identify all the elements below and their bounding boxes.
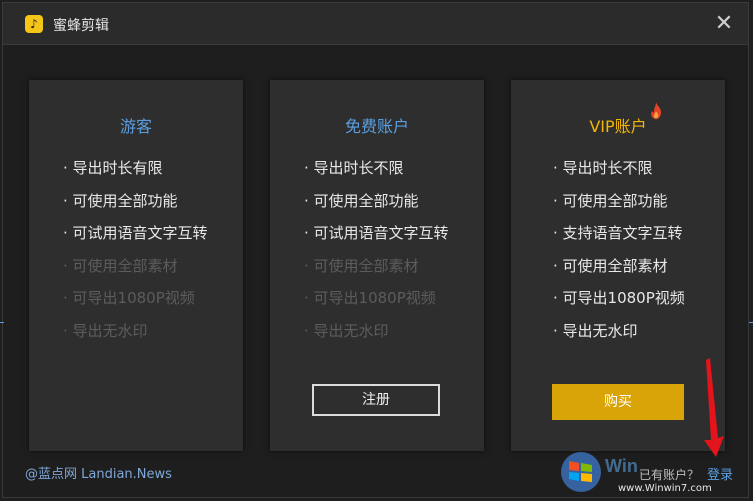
red-arrow-annotation: [704, 358, 724, 457]
feature-item: · 可试用语音文字互转: [304, 224, 449, 243]
feature-item: · 支持语音文字互转: [553, 224, 683, 243]
vip-plan-title: VIP账户: [589, 117, 647, 136]
guest-plan-title: 游客: [119, 117, 152, 136]
feature-item-disabled: · 可使用全部素材: [304, 256, 419, 275]
site-watermark-text: www.Winwin7.com: [618, 483, 712, 494]
feature-item: · 可使用全部功能: [63, 191, 178, 210]
flame-icon: [651, 102, 662, 120]
feature-item-disabled: · 可导出1080P视频: [63, 289, 195, 308]
feature-item: · 可试用语音文字互转: [63, 224, 208, 243]
feature-item: · 可使用全部功能: [553, 191, 668, 210]
feature-item: · 可使用全部功能: [304, 191, 419, 210]
feature-item: · 导出时长不限: [553, 159, 653, 177]
app-logo-icon: ♪: [25, 15, 43, 33]
register-button[interactable]: 注册: [312, 384, 440, 416]
feature-item-disabled: · 导出无水印: [63, 321, 148, 340]
feature-item-disabled: · 可使用全部素材: [63, 256, 178, 275]
edge-marker: [0, 322, 4, 323]
source-watermark: @蓝点网 Landian.News: [25, 467, 172, 482]
feature-item-disabled: · 导出无水印: [304, 321, 389, 340]
feature-item: · 可使用全部素材: [553, 256, 668, 275]
edge-marker: [749, 322, 753, 323]
title-bar: ♪ 蜜蜂剪辑 ✕: [3, 3, 748, 45]
feature-item: · 导出无水印: [553, 321, 638, 340]
svg-text:Win: Win: [605, 456, 638, 476]
feature-item: · 导出时长不限: [304, 159, 404, 177]
account-dialog: ♪ 蜜蜂剪辑 ✕ 游客 · 导出时长有限 · 可使用全部功能 · 可试用语音文字…: [2, 2, 749, 498]
vip-feature-list: · 导出时长不限 · 可使用全部功能 · 支持语音文字互转 · 可使用全部素材 …: [553, 152, 685, 348]
free-plan-title: 免费账户: [344, 117, 409, 136]
login-link[interactable]: 登录: [707, 464, 733, 483]
feature-item-disabled: · 可导出1080P视频: [304, 289, 436, 308]
feature-item: · 可导出1080P视频: [553, 289, 685, 308]
close-button[interactable]: ✕: [712, 12, 736, 36]
free-feature-list: · 导出时长不限 · 可使用全部功能 · 可试用语音文字互转 · 可使用全部素材…: [304, 152, 449, 348]
feature-item: · 导出时长有限: [63, 159, 163, 177]
guest-feature-list: · 导出时长有限 · 可使用全部功能 · 可试用语音文字互转 · 可使用全部素材…: [63, 152, 208, 348]
window-title: 蜜蜂剪辑: [53, 18, 109, 34]
buy-button[interactable]: 购买: [552, 384, 684, 420]
vip-plan-card: VIP账户 · 导出时长不限 · 可使用全部功能 · 支持语音文字互转 · 可使…: [511, 80, 725, 451]
free-plan-card: 免费账户 · 导出时长不限 · 可使用全部功能 · 可试用语音文字互转 · 可使…: [270, 80, 484, 451]
guest-plan-card: 游客 · 导出时长有限 · 可使用全部功能 · 可试用语音文字互转 · 可使用全…: [29, 80, 243, 451]
